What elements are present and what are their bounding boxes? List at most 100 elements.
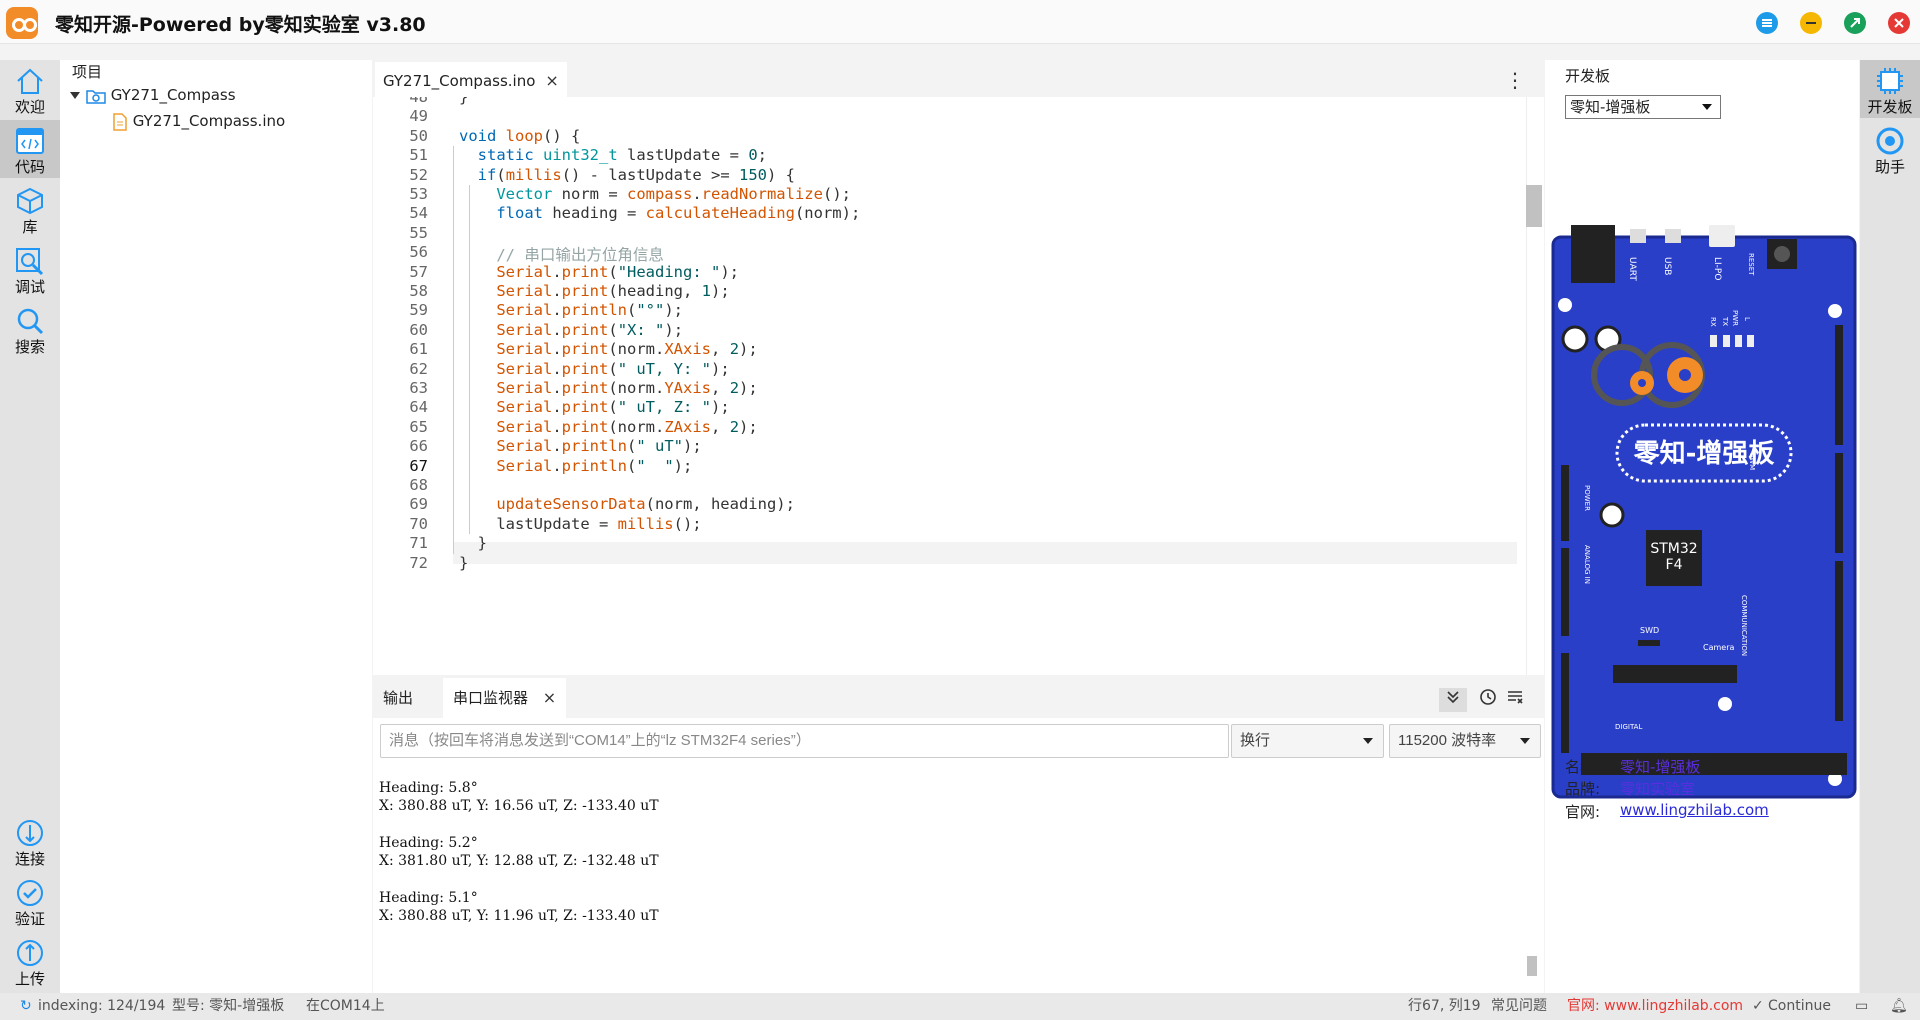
board-model-status: 型号: 零知-增强板: [172, 998, 285, 1014]
indent-guide: [469, 185, 470, 535]
sidebar-item-assistant[interactable]: 助手: [1860, 120, 1920, 178]
code-line: Serial.print(norm.XAxis, 2);: [496, 340, 758, 359]
tab-output[interactable]: 输出: [373, 678, 423, 718]
project-tree: GY271_Compass GY271_Compass.ino: [60, 82, 372, 134]
board-label-pwr: PWR: [1731, 310, 1739, 326]
file-name: GY271_Compass.ino: [132, 112, 286, 130]
menu-button[interactable]: [1756, 12, 1778, 34]
line-number: 49: [409, 107, 428, 126]
board-label-tx: TX: [1721, 316, 1729, 326]
line-number: 53: [409, 185, 428, 203]
sidebar-item-debug[interactable]: 调试: [0, 240, 60, 298]
tree-folder[interactable]: GY271_Compass: [60, 82, 372, 108]
code-line: static uint32_t lastUpdate = 0;: [477, 146, 768, 165]
line-number: 58: [409, 282, 428, 300]
file-icon: [113, 112, 127, 131]
sidebar-label: 搜索: [14, 338, 45, 356]
board-panel: 开发板 零知-增强板 UART USB LI-PO RESET PWR TX R…: [1545, 60, 1859, 993]
sidebar-label: 库: [22, 218, 38, 236]
app-title: 零知开源-Powered by零知实验室 v3.80: [55, 14, 426, 36]
chevron-down-icon[interactable]: [70, 92, 80, 99]
timestamp-icon[interactable]: [1474, 688, 1502, 712]
tab-serial-monitor[interactable]: 串口监视器 ×: [443, 678, 567, 718]
verify-button[interactable]: 验证: [0, 872, 60, 930]
app-logo: [6, 7, 38, 39]
code-line: if(millis() - lastUpdate >= 150) {: [477, 165, 795, 184]
sidebar-label: 代码: [14, 158, 45, 176]
more-options-icon[interactable]: ⋮: [1505, 68, 1525, 92]
board-label-l: L: [1743, 317, 1751, 321]
cube-icon: [17, 187, 43, 215]
info-key: 品牌:: [1565, 780, 1601, 798]
line-number: 64: [409, 398, 428, 417]
code-icon: [16, 128, 44, 154]
sidebar-item-board[interactable]: 开发板: [1860, 60, 1920, 118]
sidebar-item-library[interactable]: 库: [0, 180, 60, 238]
serial-scrollbar-thumb[interactable]: [1527, 956, 1537, 976]
line-ending-select[interactable]: 换行: [1231, 724, 1384, 758]
board-info-website: 官网: www.lingzhilab.com: [1565, 801, 1769, 822]
serial-monitor: 消息（按回车将消息发送到“COM14”上的“lz STM32F4 series”…: [373, 718, 1544, 993]
line-number: 66: [409, 437, 428, 456]
minimize-button[interactable]: [1800, 12, 1822, 34]
tab-gy271-compass[interactable]: GY271_Compass.ino ×: [375, 62, 567, 97]
connect-button[interactable]: 连接: [0, 812, 60, 870]
line-number: 71: [409, 534, 428, 553]
board-label-pwm: PWM: [1748, 453, 1756, 470]
sidebar-label: 验证: [14, 910, 45, 928]
website-link[interactable]: www.lingzhilab.com: [1620, 801, 1769, 819]
code-line: lastUpdate = millis();: [459, 514, 702, 533]
sidebar-item-code[interactable]: 代码: [0, 120, 60, 178]
code-line: Serial.println("°");: [496, 301, 684, 320]
folder-name: GY271_Compass: [110, 86, 236, 104]
bell-icon[interactable]: 🔔︎: [1890, 993, 1908, 1020]
tree-file[interactable]: GY271_Compass.ino: [60, 108, 372, 134]
port-status: 在COM14上: [306, 998, 385, 1014]
code-editor[interactable]: 48} 49 50 void loop() {51 static uint32_t l…: [373, 97, 1544, 675]
debug-icon: [16, 248, 44, 276]
clear-output-icon[interactable]: [1501, 688, 1529, 712]
info-value: 零知-增强板: [1620, 758, 1701, 776]
maximize-button[interactable]: [1844, 12, 1866, 34]
sidebar-item-search[interactable]: 搜索: [0, 300, 60, 358]
bottom-tab-bar: 输出 串口监视器 ×: [373, 678, 1544, 718]
line-number: 56: [409, 243, 428, 262]
home-icon: [17, 68, 43, 94]
close-button[interactable]: [1888, 12, 1910, 34]
title-bar: 零知开源-Powered by零知实验室 v3.80: [0, 0, 1920, 44]
status-bar: ↻ indexing: 124/194 型号: 零知-增强板 在COM14上 行…: [0, 993, 1920, 1020]
serial-line: X: 380.88 uT, Y: 16.56 uT, Z: -133.40 uT: [379, 798, 659, 815]
board-select[interactable]: 零知-增强板: [1565, 95, 1721, 119]
upload-button[interactable]: 上传: [0, 932, 60, 990]
website-status-link[interactable]: 官网: www.lingzhilab.com: [1567, 993, 1743, 1020]
continue-status[interactable]: Continue: [1768, 993, 1831, 1020]
close-icon[interactable]: ×: [545, 64, 558, 97]
sidebar-item-welcome[interactable]: 欢迎: [0, 60, 60, 118]
board-label-analog: ANALOG IN: [1583, 545, 1591, 584]
notification-icon[interactable]: ▭: [1855, 993, 1868, 1020]
board-info-brand: 品牌: 零知实验室: [1565, 778, 1695, 799]
board-label-reset: RESET: [1747, 253, 1755, 276]
message-input[interactable]: 消息（按回车将消息发送到“COM14”上的“lz STM32F4 series”…: [380, 724, 1229, 758]
upload-icon: [17, 940, 43, 966]
faq-link[interactable]: 常见问题: [1491, 993, 1547, 1020]
left-sidebar: 欢迎 代码 库 调试 搜索 连接 验证 上传: [0, 60, 60, 993]
collapse-icon[interactable]: [1439, 688, 1467, 712]
baud-rate-select[interactable]: 115200 波特率: [1389, 724, 1541, 758]
line-number: 60: [409, 320, 428, 339]
indexing-status: indexing: 124/194: [38, 998, 166, 1014]
project-panel: 项目 GY271_Compass GY271_Compass.ino: [60, 60, 372, 993]
code-line: updateSensorData(norm, heading);: [496, 495, 795, 514]
line-number: 57: [409, 262, 428, 281]
indent-guide: [453, 146, 454, 554]
board-image: UART USB LI-PO RESET PWR TX RX L 零知-增强板 …: [1551, 225, 1857, 799]
line-number: 61: [409, 340, 428, 359]
code-line: float heading = calculateHeading(norm);: [496, 204, 861, 223]
code-line: Serial.print(" uT, Y: ");: [496, 359, 730, 378]
line-number: 48: [409, 97, 428, 106]
editor-scrollbar-track[interactable]: [1526, 97, 1544, 675]
editor-scrollbar-thumb[interactable]: [1526, 185, 1542, 227]
tab-label: GY271_Compass.ino: [383, 72, 536, 90]
board-label-rx: RX: [1709, 317, 1717, 327]
close-icon[interactable]: ×: [543, 678, 556, 718]
